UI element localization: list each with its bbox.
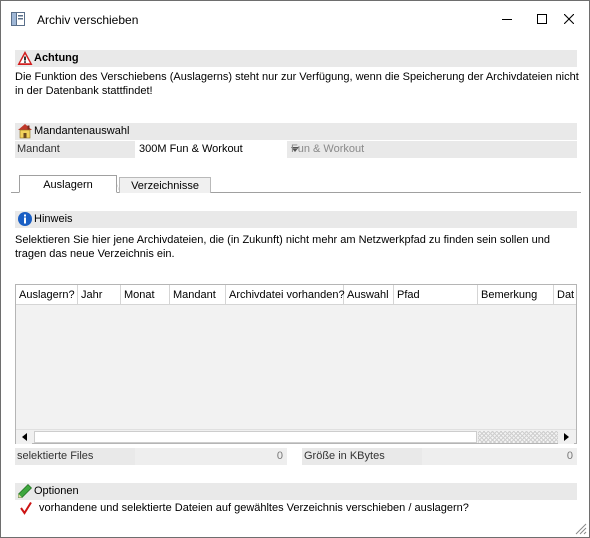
column-header[interactable]: Auslagern? — [16, 285, 78, 304]
dialog-window: Archiv verschieben Achtung Die Funktion … — [0, 0, 590, 538]
window-title: Archiv verschieben — [37, 13, 139, 27]
warning-header: Achtung — [15, 50, 577, 67]
move-files-checkbox[interactable] — [19, 501, 33, 515]
mandant-label: Mandant — [17, 143, 60, 155]
selected-files-label: selektierte Files — [15, 448, 135, 465]
column-header[interactable]: Monat — [121, 285, 170, 304]
maximize-button[interactable] — [528, 7, 556, 31]
warning-text: Die Funktion des Verschiebens (Auslagern… — [15, 71, 579, 97]
table-header: Auslagern? Jahr Monat Mandant Archivdate… — [16, 285, 576, 305]
scrollbar-thumb[interactable] — [34, 431, 477, 443]
hint-header: Hinweis — [15, 211, 577, 228]
mandant-description: Fun & Workout — [291, 143, 365, 155]
stats-row: selektierte Files 0 Größe in KBytes 0 — [15, 448, 577, 465]
close-button[interactable] — [555, 7, 583, 31]
column-header[interactable]: Jahr — [78, 285, 121, 304]
info-icon — [17, 211, 33, 227]
move-files-option[interactable]: vorhandene und selektierte Dateien auf g… — [15, 500, 577, 518]
archive-window-icon — [11, 12, 25, 26]
column-header[interactable]: Auswahl — [344, 285, 394, 304]
scroll-right-icon — [563, 433, 569, 441]
horizontal-scrollbar[interactable] — [16, 429, 576, 444]
move-files-label: vorhandene und selektierte Dateien auf g… — [39, 502, 469, 514]
column-header[interactable]: Bemerkung — [478, 285, 554, 304]
column-header[interactable]: Pfad — [394, 285, 478, 304]
house-icon — [17, 123, 33, 139]
checkmark-icon — [20, 501, 32, 515]
scroll-right-button[interactable] — [558, 430, 574, 444]
mandant-section-title: Mandantenauswahl — [34, 125, 130, 137]
pencil-icon — [17, 483, 33, 499]
mandant-section-header: Mandantenauswahl — [15, 123, 577, 140]
column-header[interactable]: Dat — [554, 285, 576, 304]
column-header[interactable]: Archivdatei vorhanden? — [226, 285, 345, 304]
options-title: Optionen — [34, 485, 79, 497]
maximize-icon — [537, 14, 547, 24]
options-header: Optionen — [15, 483, 577, 500]
minimize-button[interactable] — [493, 7, 521, 31]
scrollbar-track[interactable] — [478, 431, 558, 443]
warning-triangle-icon — [17, 50, 33, 66]
hint-title: Hinweis — [34, 213, 73, 225]
minimize-icon — [502, 19, 512, 20]
tab-verzeichnisse[interactable]: Verzeichnisse — [114, 177, 211, 193]
warning-title: Achtung — [34, 52, 79, 64]
resize-grip-icon[interactable] — [573, 521, 587, 535]
size-value: 0 — [422, 448, 577, 465]
scroll-left-icon — [21, 433, 27, 441]
selected-files-value: 0 — [135, 448, 287, 465]
title-bar[interactable]: Archiv verschieben — [1, 1, 589, 37]
mandant-select[interactable]: 300M Fun & Workout — [135, 141, 287, 158]
column-header[interactable]: Mandant — [170, 285, 226, 304]
archive-table[interactable]: Auslagern? Jahr Monat Mandant Archivdate… — [15, 284, 577, 444]
close-icon — [564, 14, 574, 24]
size-label: Größe in KBytes — [302, 448, 422, 465]
mandant-row: Mandant 300M Fun & Workout Fun & Workout — [15, 141, 577, 158]
hint-text: Selektieren Sie hier jene Archivdateien,… — [15, 234, 551, 260]
tab-bar: Auslagern Verzeichnisse — [15, 175, 581, 193]
tab-auslagern[interactable]: Auslagern — [19, 175, 117, 193]
scroll-left-button[interactable] — [16, 430, 32, 444]
